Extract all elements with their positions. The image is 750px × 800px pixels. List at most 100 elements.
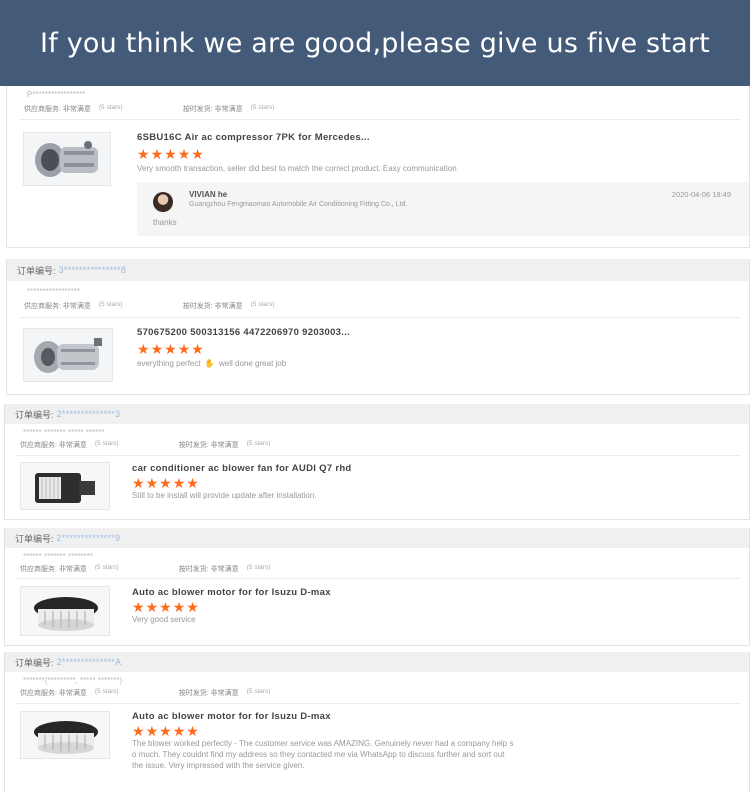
shipping-rating: 按时发货: 非常满意 xyxy=(178,442,239,449)
product-thumbnail[interactable] xyxy=(23,328,113,382)
review-text-part: well done great job xyxy=(219,359,287,368)
review-card-2: 订单编号: 3***************8 ****************… xyxy=(6,259,750,395)
star-rating: ★ ★ ★ ★ ★ xyxy=(137,342,204,356)
order-number-bar: 订单编号: 2**************3 xyxy=(5,404,749,424)
supplier-service-rating: 供应商服务: 非常满意 xyxy=(20,566,87,573)
stars-note: (5 stars) xyxy=(98,301,123,308)
promo-banner: If you think we are good,please give us … xyxy=(0,0,750,86)
order-label: 订单编号: xyxy=(17,265,56,276)
product-thumbnail[interactable] xyxy=(20,711,110,759)
stars-note: (5 stars) xyxy=(246,440,271,447)
reply-author: VIVIAN he xyxy=(189,190,228,199)
review-card-5: 订单编号: 2**************A *******(*********… xyxy=(4,652,750,792)
banner-text: If you think we are good,please give us … xyxy=(40,27,710,59)
product-title[interactable]: Auto ac blower motor for for Isuzu D-max xyxy=(132,587,331,598)
review-text-line: the issue. Very impressed with the servi… xyxy=(132,761,305,770)
product-thumbnail[interactable] xyxy=(20,462,110,510)
order-number-link[interactable]: 2**************9 xyxy=(57,533,121,543)
review-text: Very good service xyxy=(132,615,196,624)
review-text-line: The blower worked perfectly - The custom… xyxy=(132,739,514,748)
shipping-rating: 按时发货: 非常满意 xyxy=(178,690,239,697)
star-rating: ★ ★ ★ ★ ★ xyxy=(137,147,204,161)
star-icon: ★ xyxy=(145,599,159,615)
star-icon: ★ xyxy=(177,341,191,357)
review-text: everything perfect ✋ well done great job xyxy=(137,358,286,369)
review-text-line: o much. They couldnt find my address so … xyxy=(132,750,505,759)
star-icon: ★ xyxy=(137,146,150,162)
product-thumbnail[interactable] xyxy=(23,132,111,186)
product-title[interactable]: Auto ac blower motor for for Isuzu D-max xyxy=(132,711,331,722)
divider xyxy=(19,317,741,318)
star-icon: ★ xyxy=(150,341,164,357)
star-icon: ★ xyxy=(132,475,145,491)
product-thumbnail[interactable] xyxy=(20,586,110,636)
rating-line: 供应商服务: 非常满意 (5 stars) 按时发货: 非常满意 (5 star… xyxy=(20,440,330,450)
buyer-name: ****** ******* ***** ****** xyxy=(23,428,105,437)
divider xyxy=(15,578,741,579)
stars-note: (5 stars) xyxy=(250,104,275,111)
stars-note: (5 stars) xyxy=(94,688,119,695)
star-icon: ★ xyxy=(159,475,172,491)
stars-note: (5 stars) xyxy=(94,440,119,447)
star-icon: ★ xyxy=(137,341,150,357)
review-text: Very smooth transaction, seller did best… xyxy=(137,164,457,173)
shipping-rating: 按时发货: 非常满意 xyxy=(182,106,243,113)
star-icon: ★ xyxy=(159,599,172,615)
blower-motor-image xyxy=(21,587,109,635)
order-label: 订单编号: xyxy=(15,533,54,544)
buyer-name: P***************** xyxy=(27,90,86,99)
star-icon: ★ xyxy=(186,723,199,739)
rating-line: 供应商服务: 非常满意 (5 stars) 按时发货: 非常满意 (5 star… xyxy=(24,104,334,114)
review-text-part: everything perfect xyxy=(137,359,201,368)
order-label: 订单编号: xyxy=(15,409,54,420)
seller-reply: VIVIAN he Guangzhou Fengmaomao Automobil… xyxy=(137,182,749,236)
stars-note: (5 stars) xyxy=(94,564,119,571)
review-card-1: P***************** 供应商服务: 非常满意 (5 stars)… xyxy=(6,86,750,248)
avatar xyxy=(153,192,173,212)
order-number-link[interactable]: 3***************8 xyxy=(59,265,127,275)
supplier-service-rating: 供应商服务: 非常满意 xyxy=(20,442,87,449)
shipping-rating: 按时发货: 非常满意 xyxy=(182,303,243,310)
product-title[interactable]: 6SBU16C Air ac compressor 7PK for Merced… xyxy=(137,132,370,143)
supplier-service-rating: 供应商服务: 非常满意 xyxy=(24,303,91,310)
star-icon: ★ xyxy=(172,475,186,491)
order-number-bar: 订单编号: 2**************A xyxy=(5,652,749,672)
stars-note: (5 stars) xyxy=(250,301,275,308)
review-card-3: 订单编号: 2**************3 ****** ******* **… xyxy=(4,404,750,520)
star-icon: ★ xyxy=(132,723,145,739)
review-card-4: 订单编号: 2**************9 ****** ******* **… xyxy=(4,528,750,646)
buyer-name: ****** ******* ******** xyxy=(23,552,93,561)
order-number-link[interactable]: 2**************A xyxy=(57,657,122,667)
star-icon: ★ xyxy=(186,475,199,491)
reply-text: thanks xyxy=(153,218,177,227)
star-icon: ★ xyxy=(191,146,204,162)
order-number-bar: 订单编号: 2**************9 xyxy=(5,528,749,548)
reply-date: 2020-04-06 18:49 xyxy=(671,190,731,199)
star-icon: ★ xyxy=(132,599,145,615)
star-icon: ★ xyxy=(177,146,191,162)
order-label: 订单编号: xyxy=(15,657,54,668)
shipping-rating: 按时发货: 非常满意 xyxy=(178,566,239,573)
star-icon: ★ xyxy=(145,475,159,491)
blower-fan-image xyxy=(21,463,109,509)
star-rating: ★ ★ ★ ★ ★ xyxy=(132,600,199,614)
rating-line: 供应商服务: 非常满意 (5 stars) 按时发货: 非常满意 (5 star… xyxy=(20,688,330,698)
product-title[interactable]: car conditioner ac blower fan for AUDI Q… xyxy=(132,463,352,474)
order-number-bar: 订单编号: 3***************8 xyxy=(7,259,749,281)
order-number-link[interactable]: 2**************3 xyxy=(57,409,121,419)
compressor-image xyxy=(24,329,112,381)
star-icon: ★ xyxy=(191,341,204,357)
divider xyxy=(19,119,741,120)
supplier-service-rating: 供应商服务: 非常满意 xyxy=(20,690,87,697)
star-icon: ★ xyxy=(164,341,177,357)
star-icon: ★ xyxy=(172,723,186,739)
review-text: The blower worked perfectly - The custom… xyxy=(132,738,732,771)
buyer-name: ***************** xyxy=(27,287,80,296)
divider xyxy=(15,455,741,456)
star-icon: ★ xyxy=(145,723,159,739)
star-icon: ★ xyxy=(164,146,177,162)
blower-motor-image xyxy=(21,712,109,758)
product-title[interactable]: 570675200 500313156 4472206970 9203003..… xyxy=(137,327,350,338)
stars-note: (5 stars) xyxy=(246,688,271,695)
divider xyxy=(15,703,741,704)
